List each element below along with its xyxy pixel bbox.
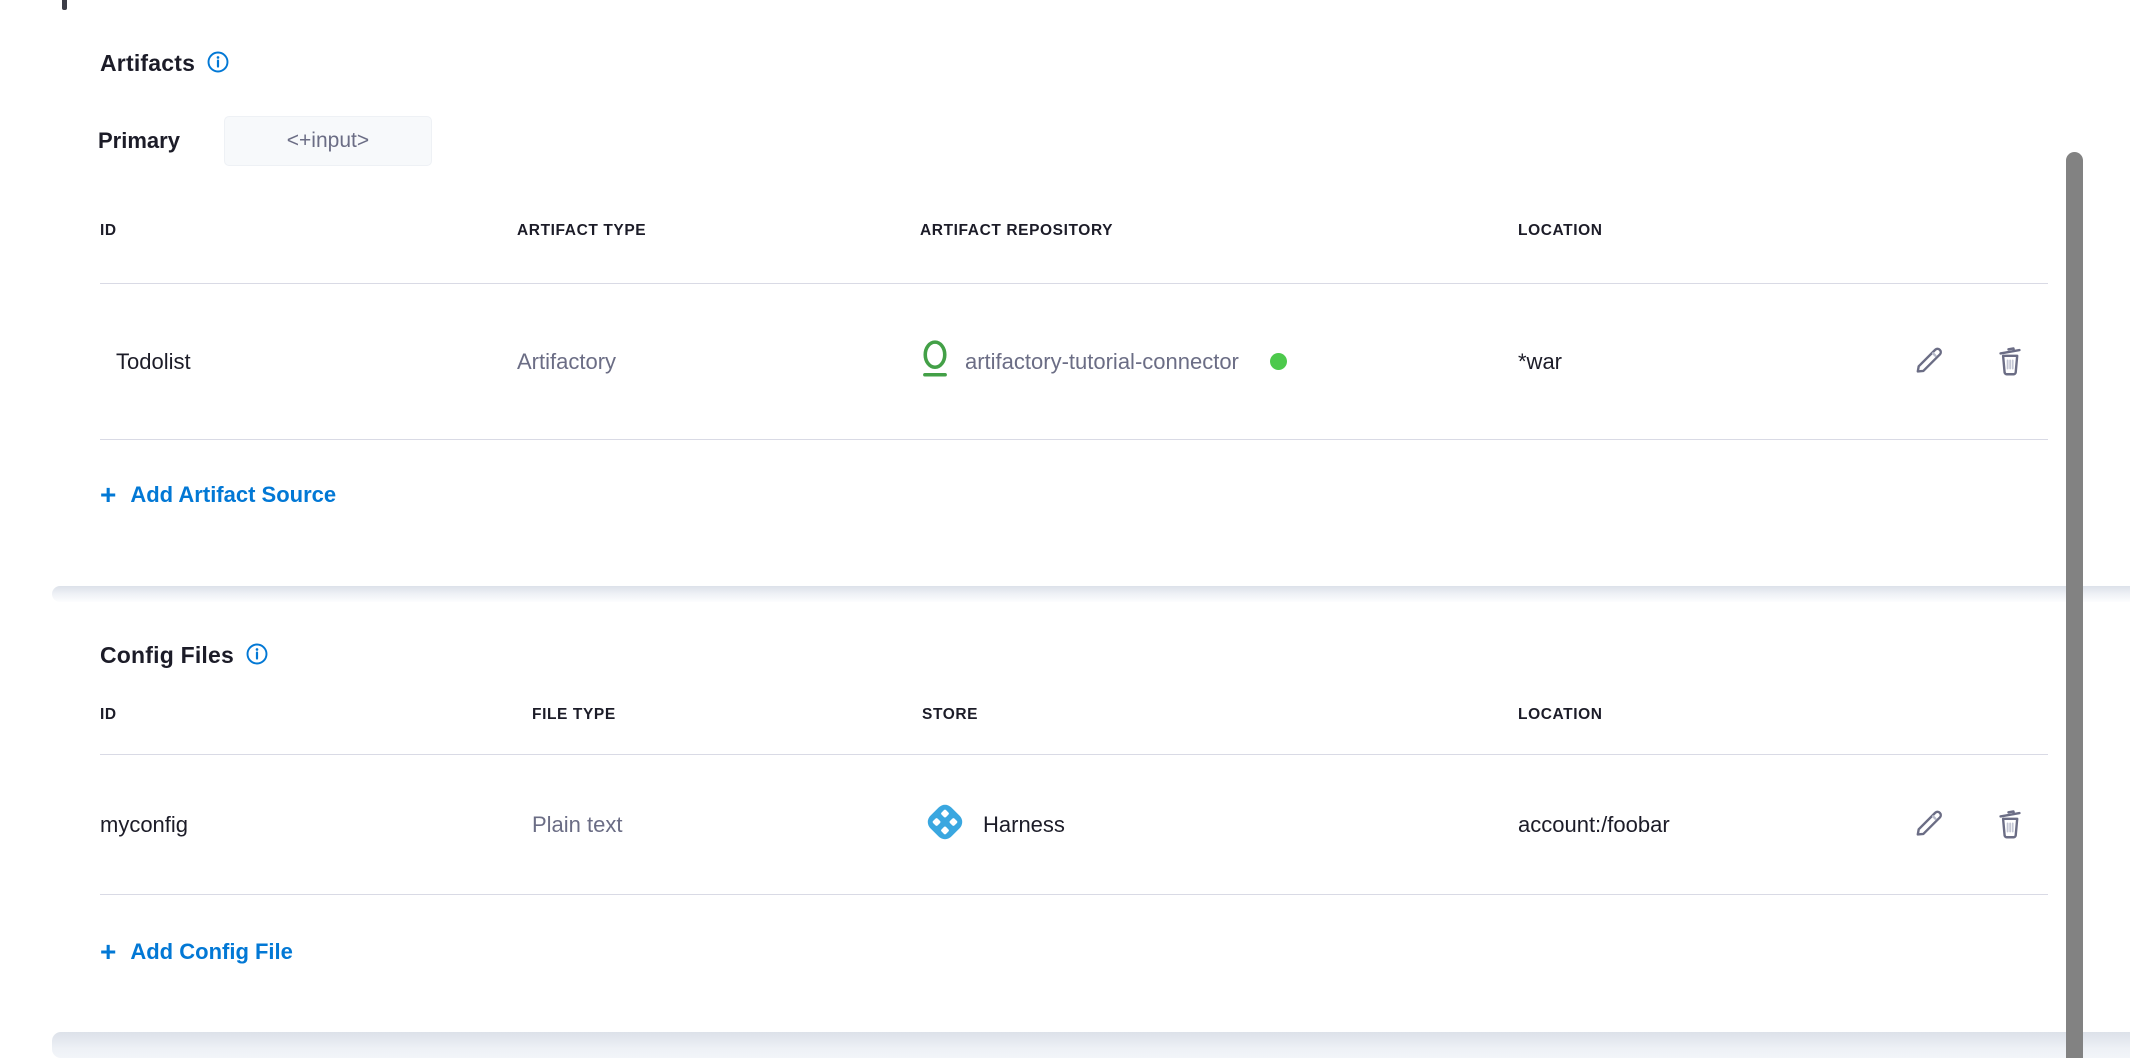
column-header-file-type: FILE TYPE	[532, 706, 922, 724]
harness-logo-icon	[922, 799, 968, 851]
column-header-id: ID	[100, 222, 517, 240]
config-table-header: ID FILE TYPE STORE LOCATION	[100, 698, 2048, 755]
add-config-file-button[interactable]: + Add Config File	[100, 939, 293, 965]
artifacts-section-title: Artifacts	[100, 50, 195, 77]
config-file-store-name: Harness	[983, 812, 1065, 838]
edit-config-file-button[interactable]	[1910, 805, 1946, 844]
add-config-file-label: Add Config File	[130, 939, 293, 965]
config-files-table: ID FILE TYPE STORE LOCATION myconfig Pla…	[100, 698, 2048, 965]
pencil-icon	[1910, 342, 1946, 381]
vertical-scrollbar-thumb[interactable]	[2066, 152, 2083, 1058]
config-files-title-row: Config Files	[100, 642, 268, 669]
column-header-artifact-type: ARTIFACT TYPE	[517, 222, 920, 240]
trash-icon	[1992, 805, 2028, 844]
artifact-repository-cell: artifactory-tutorial-connector	[920, 338, 1518, 386]
artifact-location: *war	[1518, 349, 1848, 375]
artifacts-section: Artifacts	[100, 50, 229, 77]
config-file-id: myconfig	[100, 812, 532, 838]
artifact-row-actions	[1848, 342, 2048, 381]
config-file-row: myconfig Plain text Harness account:/foo…	[100, 755, 2048, 895]
plus-icon: +	[100, 941, 116, 963]
column-header-location: LOCATION	[1518, 706, 1848, 724]
artifacts-info-button[interactable]	[207, 51, 229, 76]
primary-artifact-label: Primary	[98, 128, 180, 154]
primary-artifact-row: Primary <+input>	[98, 116, 432, 166]
add-artifact-source-label: Add Artifact Source	[130, 482, 336, 508]
artifacts-table: ID ARTIFACT TYPE ARTIFACT REPOSITORY LOC…	[100, 208, 2048, 508]
edit-artifact-button[interactable]	[1910, 342, 1946, 381]
artifacts-table-header: ID ARTIFACT TYPE ARTIFACT REPOSITORY LOC…	[100, 208, 2048, 284]
config-file-store-cell: Harness	[922, 799, 1518, 851]
config-files-section: Config Files	[100, 642, 268, 669]
info-icon	[207, 51, 229, 76]
delete-config-file-button[interactable]	[1992, 805, 2028, 844]
config-row-actions	[1848, 805, 2048, 844]
column-header-artifact-repository: ARTIFACT REPOSITORY	[920, 222, 1518, 240]
artifactory-connector-icon	[920, 338, 950, 386]
add-artifact-source-button[interactable]: + Add Artifact Source	[100, 482, 336, 508]
config-files-info-button[interactable]	[246, 643, 268, 668]
primary-artifact-input-value: <+input>	[287, 129, 369, 153]
top-edge-tick	[62, 0, 67, 10]
column-header-store: STORE	[922, 706, 1518, 724]
config-file-location: account:/foobar	[1518, 812, 1848, 838]
artifact-repository-name: artifactory-tutorial-connector	[965, 349, 1239, 375]
section-divider	[52, 586, 2130, 602]
artifact-type: Artifactory	[517, 349, 920, 375]
artifact-id: Todolist	[100, 349, 517, 375]
info-icon	[246, 643, 268, 668]
column-header-location: LOCATION	[1518, 222, 1848, 240]
connector-status-dot	[1270, 353, 1287, 370]
config-file-type: Plain text	[532, 812, 922, 838]
column-header-id: ID	[100, 706, 532, 724]
artifact-source-row: Todolist Artifactory artifactory-tutoria…	[100, 284, 2048, 440]
artifacts-title-row: Artifacts	[100, 50, 229, 77]
plus-icon: +	[100, 484, 116, 506]
pencil-icon	[1910, 805, 1946, 844]
trash-icon	[1992, 342, 2028, 381]
primary-artifact-input[interactable]: <+input>	[224, 116, 432, 166]
card-bottom-shadow	[52, 1032, 2130, 1058]
config-files-section-title: Config Files	[100, 642, 234, 669]
delete-artifact-button[interactable]	[1992, 342, 2028, 381]
